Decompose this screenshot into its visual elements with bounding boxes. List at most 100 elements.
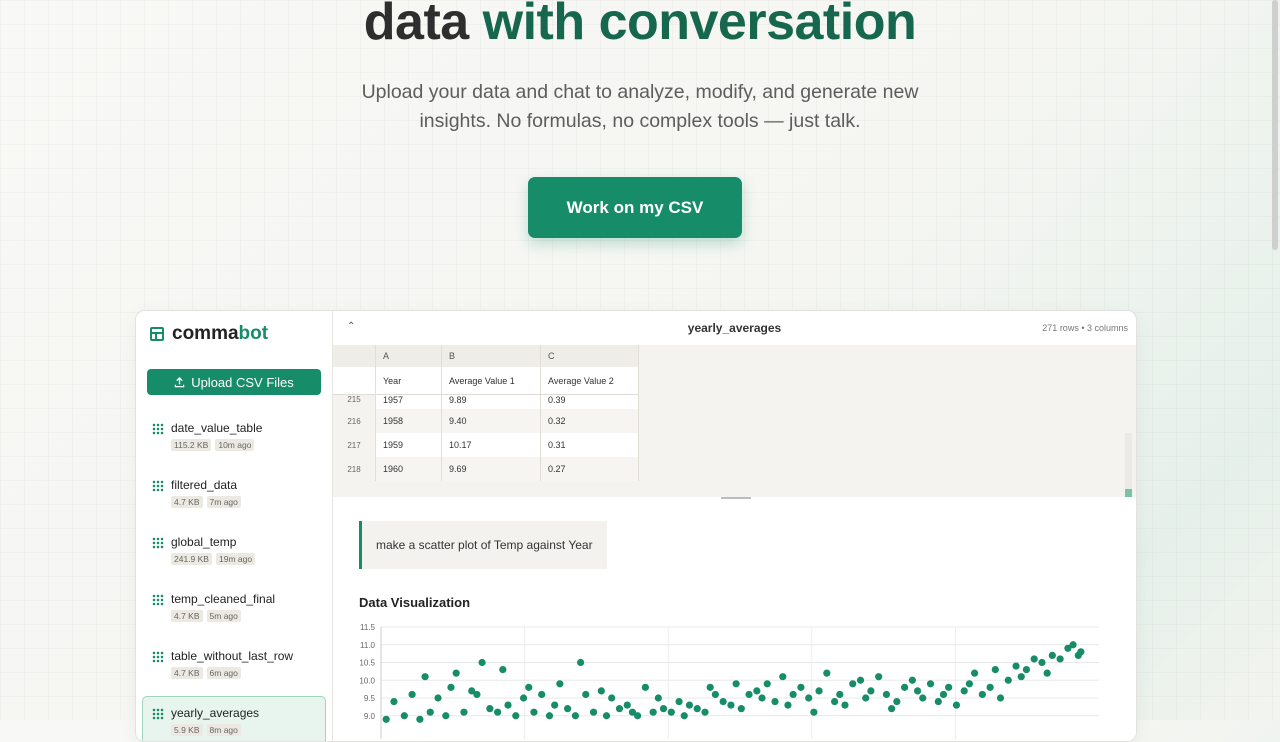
sheet-scrollbar-thumb[interactable]: [1125, 489, 1132, 497]
column-letter[interactable]: C: [540, 345, 639, 367]
file-item-table-without-last-row[interactable]: table_without_last_row 4.7 KB 6m ago: [142, 639, 326, 690]
scatter-point[interactable]: [654, 694, 662, 702]
scatter-point[interactable]: [831, 697, 839, 706]
scatter-point[interactable]: [779, 673, 787, 681]
scatter-point[interactable]: [486, 705, 494, 713]
scatter-point[interactable]: [926, 680, 935, 688]
scatter-point[interactable]: [615, 705, 624, 713]
scatter-point[interactable]: [390, 697, 398, 706]
table-cell[interactable]: 0.39: [540, 394, 639, 409]
work-on-csv-button[interactable]: Work on my CSV: [528, 177, 742, 238]
scatter-point[interactable]: [965, 680, 973, 688]
scatter-point[interactable]: [421, 673, 429, 681]
scatter-point[interactable]: [460, 708, 468, 716]
column-header[interactable]: Average Value 1: [441, 367, 541, 395]
scatter-point[interactable]: [856, 676, 865, 684]
column-letter[interactable]: A: [375, 345, 442, 367]
scatter-point[interactable]: [882, 690, 891, 699]
scatter-point[interactable]: [426, 708, 434, 716]
scatter-point[interactable]: [991, 666, 999, 674]
scatter-point[interactable]: [893, 697, 901, 706]
scatter-point[interactable]: [1017, 673, 1025, 681]
table-cell[interactable]: 1957: [375, 394, 442, 409]
scatter-point[interactable]: [745, 690, 753, 699]
scatter-point[interactable]: [970, 669, 979, 677]
column-header[interactable]: Average Value 2: [540, 367, 639, 395]
scatter-point[interactable]: [447, 683, 455, 691]
scatter-point[interactable]: [525, 683, 533, 691]
scatter-point[interactable]: [519, 694, 528, 702]
drag-grip-icon[interactable]: [152, 537, 164, 549]
scatter-point[interactable]: [408, 690, 416, 699]
scatter-point[interactable]: [667, 708, 675, 716]
scatter-point[interactable]: [512, 712, 520, 720]
drag-grip-icon[interactable]: [152, 594, 164, 606]
file-item-yearly-averages[interactable]: yearly_averages 5.9 KB 8m ago: [142, 696, 326, 741]
scatter-point[interactable]: [494, 708, 502, 716]
scatter-point[interactable]: [582, 690, 590, 699]
scatter-point[interactable]: [564, 705, 572, 713]
table-cell[interactable]: 9.40: [441, 409, 541, 433]
scatter-point[interactable]: [939, 690, 948, 699]
scatter-point[interactable]: [382, 715, 390, 723]
resize-handle[interactable]: [721, 497, 751, 499]
column-header[interactable]: Year: [375, 367, 442, 395]
scatter-point[interactable]: [706, 683, 714, 691]
scatter-point[interactable]: [1038, 658, 1046, 667]
scatter-point[interactable]: [908, 676, 916, 684]
scatter-point[interactable]: [978, 690, 986, 699]
scatter-point[interactable]: [763, 680, 771, 688]
column-letter[interactable]: B: [441, 345, 541, 367]
scatter-point[interactable]: [862, 694, 870, 702]
table-cell[interactable]: 1959: [375, 433, 442, 457]
scatter-point[interactable]: [836, 690, 844, 699]
scatter-point[interactable]: [701, 708, 709, 716]
scatter-point[interactable]: [576, 658, 585, 667]
scatter-point[interactable]: [452, 669, 460, 677]
scatter-point[interactable]: [649, 708, 657, 716]
scatter-point[interactable]: [737, 705, 745, 713]
scatter-point[interactable]: [571, 712, 580, 720]
scatter-point[interactable]: [556, 680, 564, 688]
scatter-point[interactable]: [602, 712, 611, 720]
drag-grip-icon[interactable]: [152, 480, 164, 492]
scatter-point[interactable]: [841, 701, 849, 709]
scatter-point[interactable]: [1004, 676, 1012, 684]
scatter-point[interactable]: [888, 705, 896, 713]
scatter-point[interactable]: [538, 690, 546, 699]
scatter-point[interactable]: [952, 701, 961, 709]
scatter-point[interactable]: [875, 673, 883, 681]
scatter-point[interactable]: [473, 690, 481, 699]
scatter-point[interactable]: [659, 705, 668, 713]
scatter-point[interactable]: [810, 708, 818, 716]
drag-grip-icon[interactable]: [152, 708, 164, 720]
scatter-point[interactable]: [805, 694, 813, 702]
scatter-point[interactable]: [1043, 669, 1051, 677]
scatter-point[interactable]: [597, 687, 605, 695]
scatter-point[interactable]: [986, 683, 994, 691]
scatter-point[interactable]: [849, 680, 857, 688]
drag-grip-icon[interactable]: [152, 651, 164, 663]
scatter-point[interactable]: [442, 712, 450, 720]
scatter-point[interactable]: [675, 697, 683, 706]
file-item-date-value-table[interactable]: date_value_table 115.2 KB 10m ago: [142, 411, 326, 462]
table-cell[interactable]: 0.32: [540, 409, 639, 433]
table-cell[interactable]: 1958: [375, 409, 442, 433]
scatter-point[interactable]: [1056, 655, 1064, 663]
scatter-point[interactable]: [634, 712, 642, 720]
table-cell[interactable]: 9.69: [441, 457, 541, 481]
scatter-point[interactable]: [641, 683, 649, 691]
scatter-point[interactable]: [919, 694, 927, 702]
scatter-point[interactable]: [727, 701, 735, 709]
file-item-filtered-data[interactable]: filtered_data 4.7 KB 7m ago: [142, 468, 326, 519]
scatter-point[interactable]: [784, 701, 792, 709]
table-cell[interactable]: 0.27: [540, 457, 639, 481]
scatter-point[interactable]: [589, 708, 598, 716]
scatter-point[interactable]: [996, 694, 1005, 702]
scatter-point[interactable]: [1069, 641, 1077, 649]
scatter-point[interactable]: [499, 666, 507, 674]
scatter-point[interactable]: [1030, 655, 1038, 663]
scatter-point[interactable]: [719, 697, 727, 706]
scatter-point[interactable]: [758, 694, 766, 702]
file-item-global-temp[interactable]: global_temp 241.9 KB 19m ago: [142, 525, 326, 576]
